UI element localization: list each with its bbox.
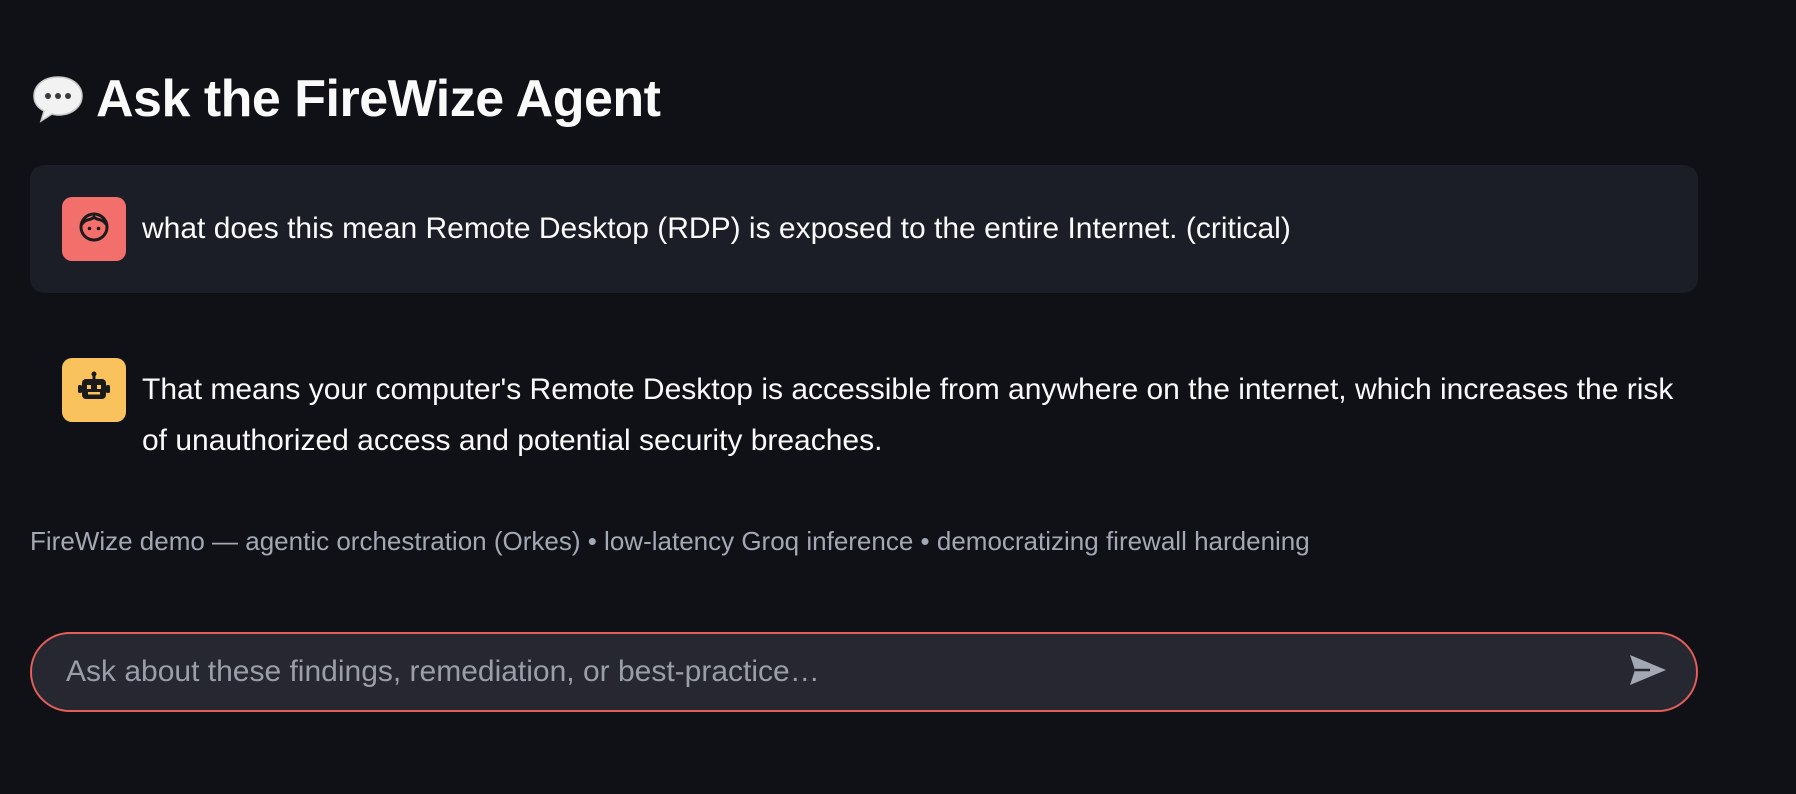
user-face-icon: [76, 209, 112, 250]
speech-bubble-icon: [30, 71, 86, 127]
send-arrow-icon: [1628, 653, 1668, 692]
assistant-message-text: That means your computer's Remote Deskto…: [142, 373, 1674, 457]
page-title: Ask the FireWize Agent: [96, 70, 661, 128]
assistant-avatar: [62, 358, 126, 422]
user-message: what does this mean Remote Desktop (RDP)…: [30, 165, 1698, 293]
user-message-text: what does this mean Remote Desktop (RDP)…: [142, 212, 1291, 245]
chat-page: Ask the FireWize Agent what does this me…: [0, 0, 1796, 794]
footer-caption: FireWize demo — agentic orchestration (O…: [30, 526, 1310, 556]
chat-input-container: [30, 632, 1698, 712]
user-avatar: [62, 197, 126, 261]
send-button[interactable]: [1624, 648, 1672, 696]
page-header: Ask the FireWize Agent: [30, 62, 661, 136]
chat-input[interactable]: [64, 654, 1624, 690]
robot-icon: [76, 370, 112, 411]
assistant-message: That means your computer's Remote Deskto…: [30, 340, 1698, 470]
